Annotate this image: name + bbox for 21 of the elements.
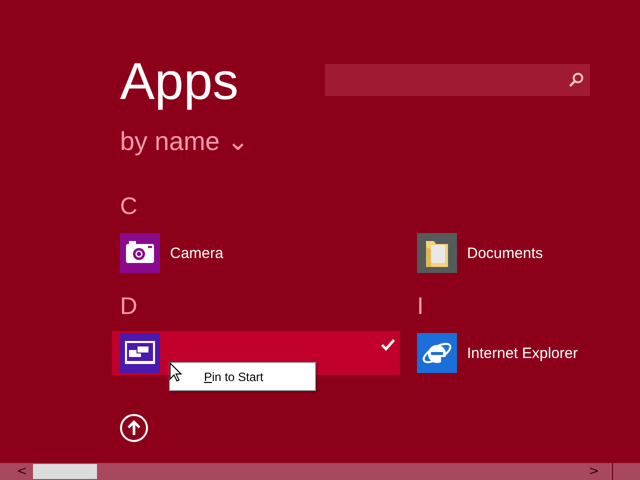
checkmark-icon <box>381 339 395 352</box>
page-title: Apps <box>120 52 240 112</box>
scroll-left-button[interactable]: < <box>12 464 32 479</box>
folder-icon <box>417 233 457 274</box>
browser-e-icon <box>417 333 457 374</box>
app-item[interactable]: Camera <box>112 231 384 276</box>
app-item[interactable]: Internet Explorer <box>409 331 640 376</box>
group-letter[interactable]: I <box>417 291 424 324</box>
search-field[interactable] <box>325 64 590 96</box>
scroll-right-button[interactable]: > <box>584 464 604 479</box>
search-icon <box>568 72 584 88</box>
app-item[interactable]: Documents <box>409 231 640 276</box>
menu-item[interactable]: Pin to Start <box>204 370 264 384</box>
monitor-icon <box>120 333 160 374</box>
scrollbar-thumb[interactable] <box>33 464 97 479</box>
horizontal-scrollbar[interactable]: < > <box>0 463 640 480</box>
group-letter[interactable]: D <box>120 291 138 324</box>
sort-dropdown[interactable]: by name ⌄ <box>120 126 249 157</box>
scroll-up-icon[interactable] <box>119 413 149 444</box>
camera-icon <box>120 233 160 274</box>
group-letter[interactable]: C <box>120 191 138 224</box>
